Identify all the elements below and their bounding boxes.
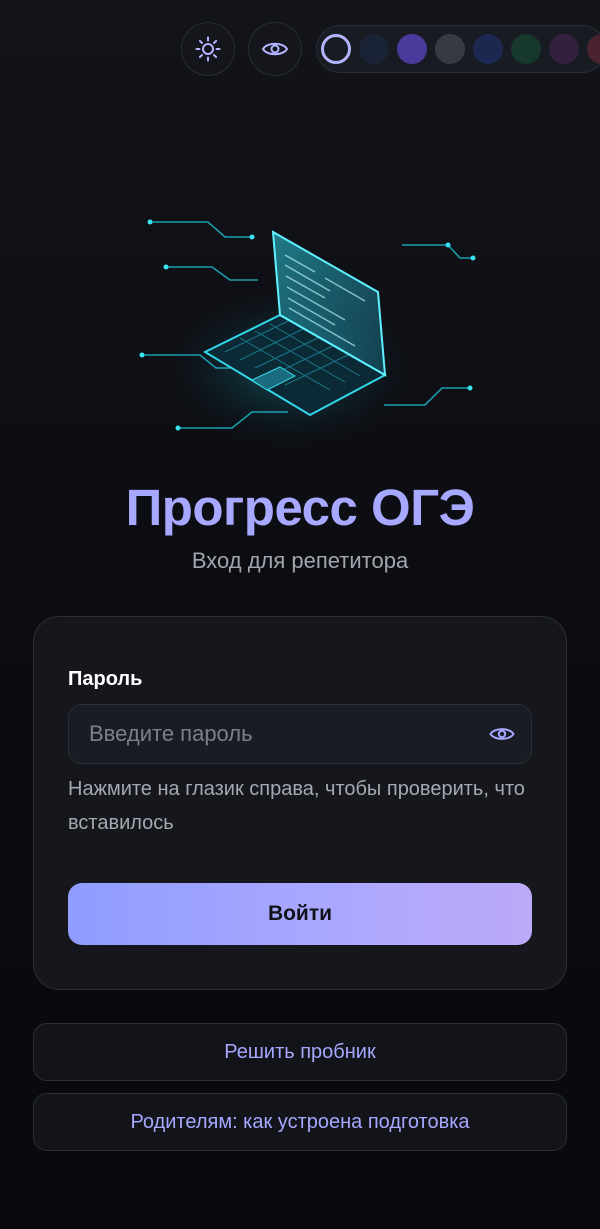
top-toolbar [181,22,600,76]
visibility-toggle-button[interactable] [248,22,302,76]
color-swatch[interactable] [549,34,579,64]
login-button[interactable]: Войти [68,883,532,945]
color-swatch[interactable] [359,34,389,64]
color-swatch[interactable] [587,34,600,64]
app-subtitle: Вход для репетитора [191,548,409,573]
color-swatch[interactable] [321,34,351,64]
sun-icon [195,36,221,62]
color-swatch[interactable] [435,34,465,64]
password-hint: Нажмите на глазик справа, чтобы проверит… [68,778,525,834]
login-card: Пароль Нажмите на глазик справа, чтобы п… [33,616,567,990]
eye-icon [261,42,289,56]
app-title: Прогресс ОГЭ [125,479,475,536]
color-swatch-picker [316,25,600,73]
theme-toggle-button[interactable] [181,22,235,76]
color-swatch[interactable] [473,34,503,64]
parents-info-button[interactable]: Родителям: как устроена подготовка [33,1093,567,1151]
eye-icon [489,728,515,740]
password-label: Пароль [68,668,143,690]
show-password-button[interactable] [487,720,517,748]
solve-trial-button[interactable]: Решить пробник [33,1023,567,1081]
password-field [68,704,532,764]
color-swatch[interactable] [397,34,427,64]
laptop-illustration [139,219,476,445]
password-input[interactable] [69,705,469,763]
color-swatch[interactable] [511,34,541,64]
